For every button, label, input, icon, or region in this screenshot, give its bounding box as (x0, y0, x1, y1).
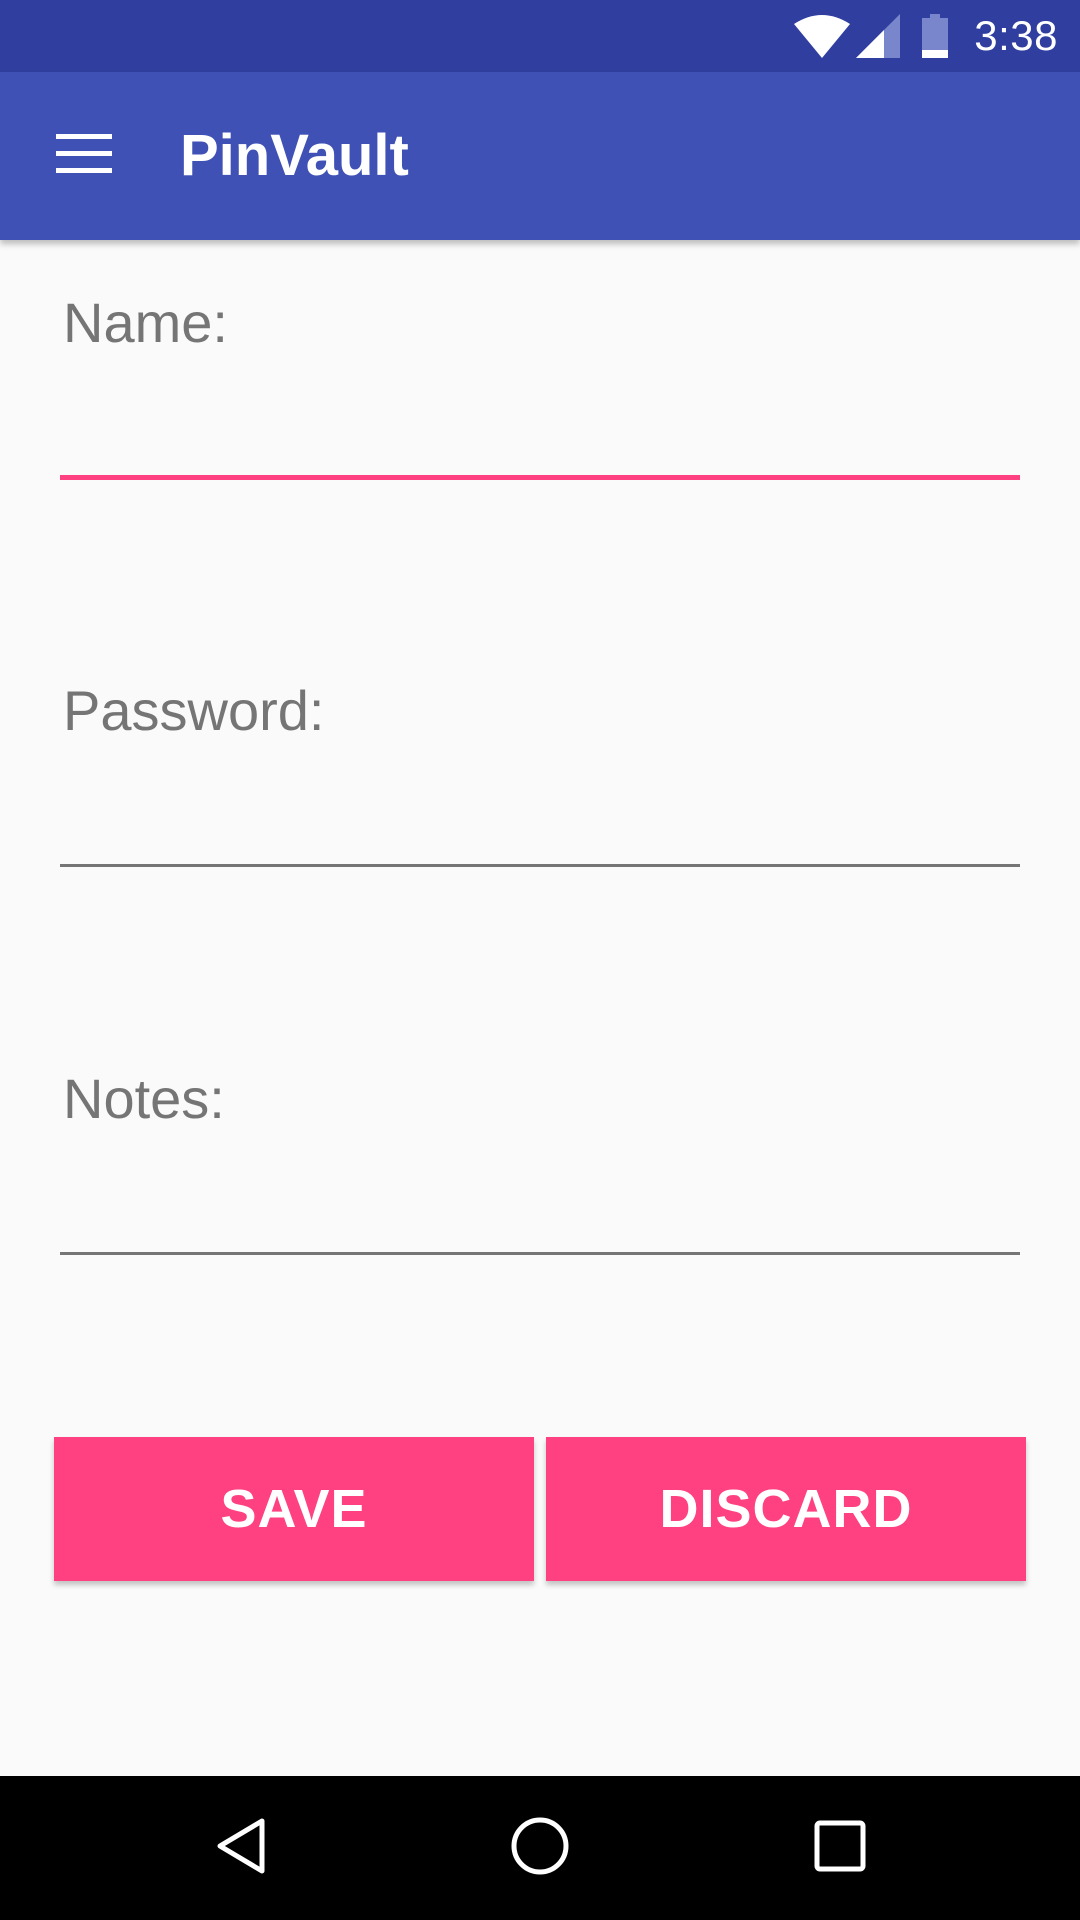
app-bar: PinVault (0, 72, 1080, 240)
app-title: PinVault (180, 123, 409, 188)
home-icon (510, 1816, 570, 1881)
wifi-icon (794, 14, 851, 58)
recents-button[interactable] (760, 1776, 920, 1920)
name-underline (60, 475, 1020, 480)
battery-icon (922, 14, 949, 58)
recents-icon (814, 1820, 866, 1877)
name-input[interactable] (60, 385, 1020, 475)
discard-button[interactable]: DISCARD (546, 1437, 1026, 1581)
password-underline (60, 864, 1020, 867)
notes-label: Notes: (63, 1067, 225, 1130)
menu-button[interactable] (30, 108, 138, 204)
status-bar: 3:38 (0, 0, 1080, 72)
status-time: 3:38 (974, 12, 1058, 59)
save-button[interactable]: SAVE (54, 1437, 534, 1581)
notes-input[interactable] (60, 1160, 1020, 1250)
name-label: Name: (63, 291, 228, 354)
home-button[interactable] (460, 1776, 620, 1920)
notes-underline (60, 1252, 1020, 1255)
back-button[interactable] (161, 1776, 321, 1920)
password-label: Password: (63, 679, 325, 742)
password-input[interactable] (60, 772, 1020, 862)
status-icons: 3:38 (794, 0, 1058, 72)
back-icon (214, 1817, 268, 1880)
cell-signal-icon (856, 14, 901, 58)
hamburger-menu-icon (56, 133, 112, 179)
screen: 3:38 PinVault Name: Password: Notes: SAV… (0, 0, 1080, 1920)
navigation-bar (0, 1776, 1080, 1920)
